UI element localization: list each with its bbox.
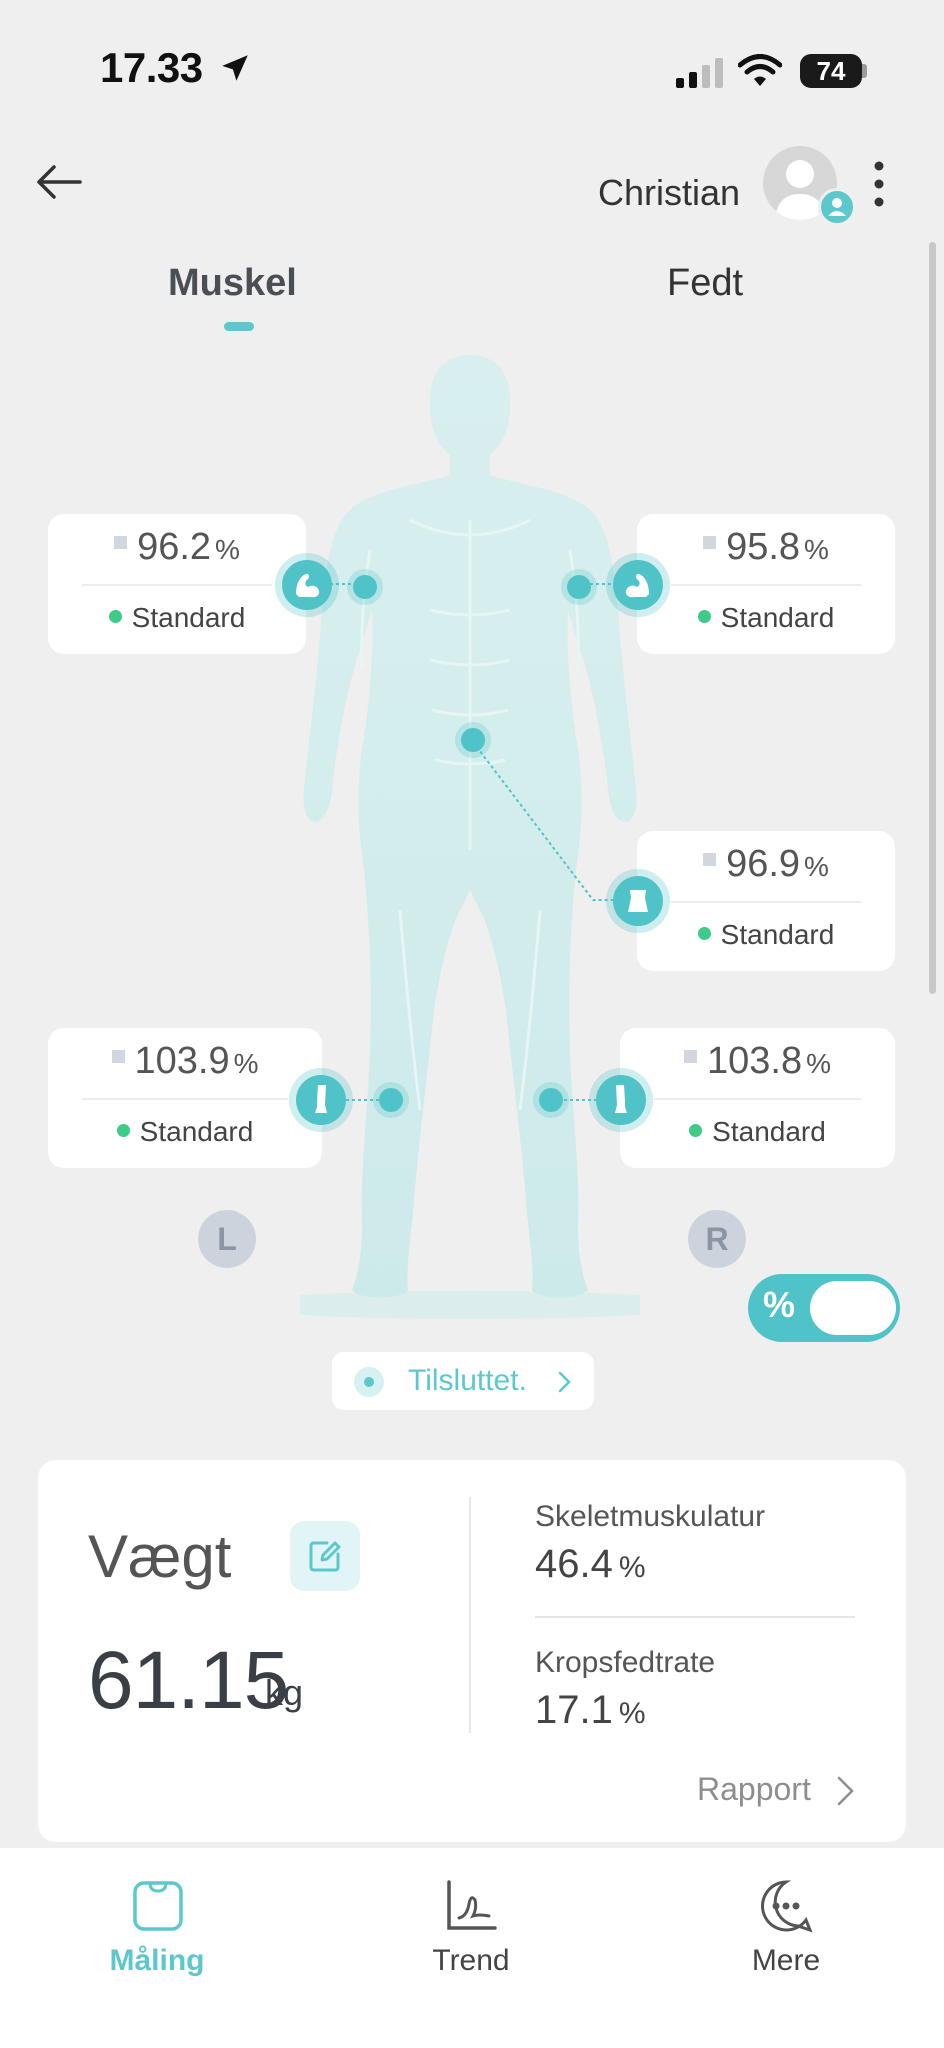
weight-title: Vægt [88, 1523, 232, 1590]
chevron-right-icon[interactable] [832, 1774, 858, 1808]
nav-item-maling[interactable]: Måling [57, 1944, 257, 1978]
chevron-right-icon [558, 1371, 571, 1393]
right-leg-connector [564, 1099, 600, 1101]
leg-icon [615, 1085, 627, 1113]
panel-vertical-divider [469, 1497, 471, 1733]
trunk-card[interactable]: 96.9% Standard [637, 831, 895, 971]
body-fat-value: 17.1% [535, 1688, 646, 1732]
report-link[interactable]: Rapport [697, 1771, 811, 1808]
trunk-status: Standard [637, 919, 895, 951]
left-arm-point [353, 575, 377, 599]
percent-toggle-label: % [763, 1284, 796, 1325]
flexed-arm-icon [625, 573, 649, 598]
nav-item-trend[interactable]: Trend [371, 1944, 571, 1978]
flexed-arm-icon [296, 573, 320, 598]
right-side-label: R [688, 1210, 746, 1268]
panel-horizontal-divider [535, 1616, 855, 1618]
weight-value: 61.15 [88, 1635, 289, 1726]
right-leg-marker[interactable] [596, 1075, 646, 1125]
left-leg-marker[interactable] [296, 1075, 346, 1125]
nav-item-mere[interactable]: Mere [686, 1944, 886, 1978]
weight-unit: kg [265, 1672, 304, 1713]
status-time: 17.33 [100, 44, 252, 92]
right-arm-status: Standard [637, 602, 895, 634]
left-leg-point [379, 1088, 403, 1112]
connection-status-label: Tilsluttet. [408, 1364, 527, 1397]
trunk-value: 96.9% [637, 843, 895, 886]
right-arm-value: 95.8% [637, 526, 895, 569]
skeletal-muscle-value: 46.4% [535, 1542, 646, 1586]
tab-fedt[interactable]: Fedt [667, 262, 743, 305]
location-arrow-icon [222, 55, 248, 81]
toggle-knob [810, 1281, 896, 1335]
battery-indicator: 74 [800, 54, 862, 88]
left-leg-connector [346, 1099, 382, 1101]
right-leg-card[interactable]: 103.8% Standard [620, 1028, 895, 1168]
profile-badge [818, 188, 856, 226]
wifi-icon [738, 54, 782, 86]
skeletal-muscle-label: Skeletmuskulatur [535, 1500, 766, 1533]
right-arm-point [567, 575, 591, 599]
left-leg-status: Standard [48, 1116, 322, 1148]
scrollbar[interactable] [929, 242, 936, 994]
connection-dot-center [364, 1377, 374, 1387]
right-leg-point [539, 1088, 563, 1112]
left-leg-card[interactable]: 103.9% Standard [48, 1028, 322, 1168]
user-name[interactable]: Christian [598, 172, 740, 214]
left-side-label: L [198, 1210, 256, 1268]
tab-active-indicator [224, 322, 254, 331]
right-leg-value: 103.8% [620, 1040, 895, 1083]
left-arm-status: Standard [48, 602, 306, 634]
right-arm-card[interactable]: 95.8% Standard [637, 514, 895, 654]
body-fat-label: Kropsfedtrate [535, 1646, 716, 1679]
left-arm-marker[interactable] [282, 560, 332, 610]
back-arrow-icon[interactable] [36, 162, 82, 202]
trunk-marker[interactable] [613, 876, 663, 926]
more-options-icon[interactable] [872, 160, 886, 208]
left-leg-value: 103.9% [48, 1040, 322, 1083]
cellular-signal-icon [676, 58, 723, 88]
leg-icon [315, 1085, 327, 1113]
battery-tip [862, 64, 867, 78]
left-arm-value: 96.2% [48, 526, 306, 569]
trend-chart-icon[interactable] [443, 1878, 499, 1934]
edit-weight-button[interactable] [290, 1521, 360, 1591]
edit-icon [309, 1541, 341, 1572]
right-leg-status: Standard [620, 1116, 895, 1148]
right-arm-marker[interactable] [613, 560, 663, 610]
tab-muskel[interactable]: Muskel [168, 262, 297, 305]
chat-more-icon[interactable] [758, 1878, 814, 1934]
left-arm-card[interactable]: 96.2% Standard [48, 514, 306, 654]
scale-icon[interactable] [130, 1878, 186, 1934]
torso-icon [628, 890, 648, 912]
person-icon [828, 198, 846, 216]
